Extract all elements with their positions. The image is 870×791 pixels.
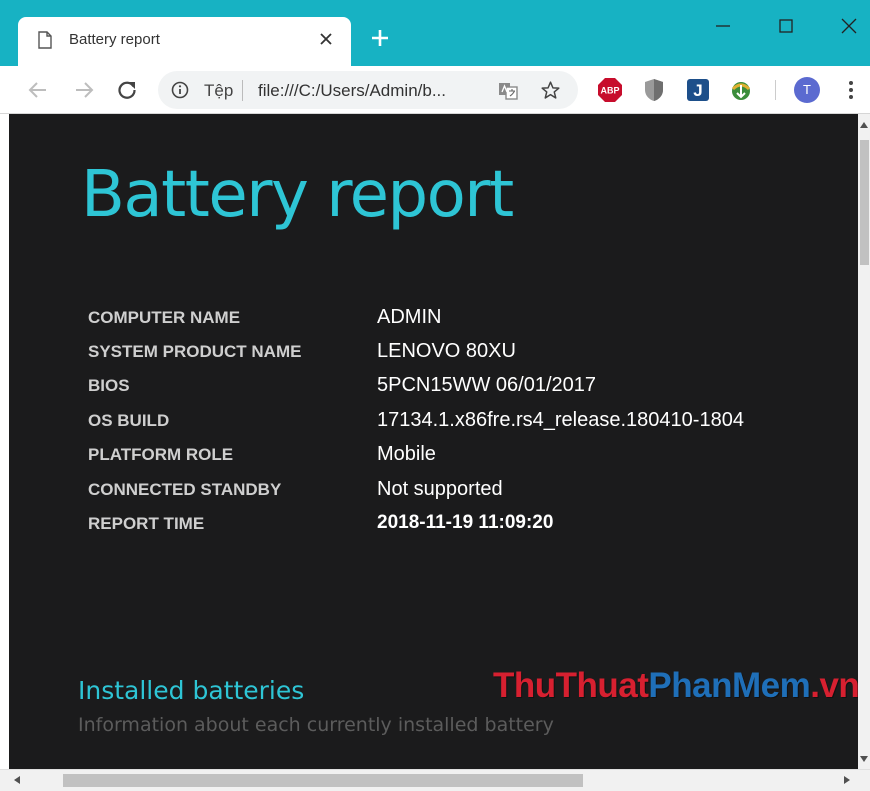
scheme-label: Tệp [204, 81, 234, 100]
info-value: 2018-11-19 11:09:20 [377, 512, 554, 533]
section-description: Information about each currently install… [78, 714, 554, 736]
browser-toolbar: Tệp file:///C:/Users/Admin/b... ABP J T [0, 66, 870, 114]
page-title: Battery report [81, 158, 514, 232]
j-extension-icon[interactable]: J [685, 77, 711, 103]
address-bar[interactable]: Tệp file:///C:/Users/Admin/b... [158, 71, 578, 109]
info-label: BIOS [88, 376, 130, 395]
toolbar-divider [775, 80, 776, 100]
scroll-down-arrow-icon[interactable] [859, 754, 869, 764]
tab-battery-report[interactable]: Battery report [18, 17, 351, 66]
profile-avatar[interactable]: T [794, 77, 820, 103]
horizontal-scrollbar[interactable] [0, 769, 870, 791]
maximize-icon[interactable] [772, 12, 800, 40]
info-row-bios: BIOS 5PCN15WW 06/01/2017 [9, 374, 858, 406]
vertical-scroll-thumb[interactable] [860, 140, 869, 265]
info-label: CONNECTED STANDBY [88, 480, 282, 499]
info-row-computer-name: COMPUTER NAME ADMIN [9, 306, 858, 338]
vertical-scrollbar[interactable] [858, 114, 870, 769]
info-value: ADMIN [377, 306, 442, 328]
url-text[interactable]: file:///C:/Users/Admin/b... [258, 81, 480, 101]
info-value: LENOVO 80XU [377, 340, 516, 362]
scroll-up-arrow-icon[interactable] [859, 120, 869, 130]
scroll-left-arrow-icon[interactable] [12, 775, 22, 785]
translate-icon[interactable] [498, 81, 518, 101]
horizontal-scroll-thumb[interactable] [63, 774, 583, 787]
info-label: COMPUTER NAME [88, 308, 241, 327]
svg-text:J: J [693, 81, 702, 100]
minimize-icon[interactable] [709, 12, 737, 40]
browser-titlebar: Battery report [0, 0, 870, 66]
info-value: 17134.1.x86fre.rs4_release.180410-1804 [377, 409, 744, 431]
info-label: OS BUILD [88, 411, 170, 430]
reload-icon[interactable] [115, 78, 139, 102]
info-row-platform-role: PLATFORM ROLE Mobile [9, 443, 858, 475]
watermark-logo: ThuThuatPhanMem.vn [493, 666, 858, 706]
tab-title: Battery report [69, 31, 160, 48]
battery-report-page: Battery report COMPUTER NAME ADMIN SYSTE… [9, 114, 858, 769]
back-arrow-icon[interactable] [26, 78, 50, 102]
info-label: SYSTEM PRODUCT NAME [88, 342, 302, 361]
info-row-os-build: OS BUILD 17134.1.x86fre.rs4_release.1804… [9, 409, 858, 441]
info-icon[interactable] [171, 81, 189, 99]
info-row-connected-standby: CONNECTED STANDBY Not supported [9, 478, 858, 510]
forward-arrow-icon[interactable] [72, 78, 96, 102]
watermark-part: .vn [810, 666, 858, 705]
more-menu-icon[interactable] [845, 78, 857, 102]
section-title-installed-batteries: Installed batteries [78, 676, 305, 705]
watermark-part: ThuThuat [493, 666, 649, 705]
close-window-icon[interactable] [835, 12, 863, 40]
info-value: Mobile [377, 443, 436, 465]
info-label: REPORT TIME [88, 514, 205, 533]
info-value: 5PCN15WW 06/01/2017 [377, 374, 597, 396]
idm-extension-icon[interactable] [728, 77, 754, 103]
document-icon [38, 31, 52, 49]
bookmark-star-icon[interactable] [540, 80, 561, 101]
info-row-system-product-name: SYSTEM PRODUCT NAME LENOVO 80XU [9, 340, 858, 372]
svg-text:ABP: ABP [600, 86, 619, 96]
new-tab-icon[interactable] [368, 26, 392, 50]
shield-extension-icon[interactable] [641, 77, 667, 103]
omnibox-divider [242, 80, 243, 101]
scroll-right-arrow-icon[interactable] [842, 775, 852, 785]
info-value: Not supported [377, 478, 503, 500]
info-row-report-time: REPORT TIME 2018-11-19 11:09:20 [9, 512, 858, 544]
adblock-plus-icon[interactable]: ABP [597, 77, 623, 103]
info-label: PLATFORM ROLE [88, 445, 234, 464]
watermark-part: PhanMem [648, 666, 811, 705]
close-tab-icon[interactable] [318, 31, 334, 47]
